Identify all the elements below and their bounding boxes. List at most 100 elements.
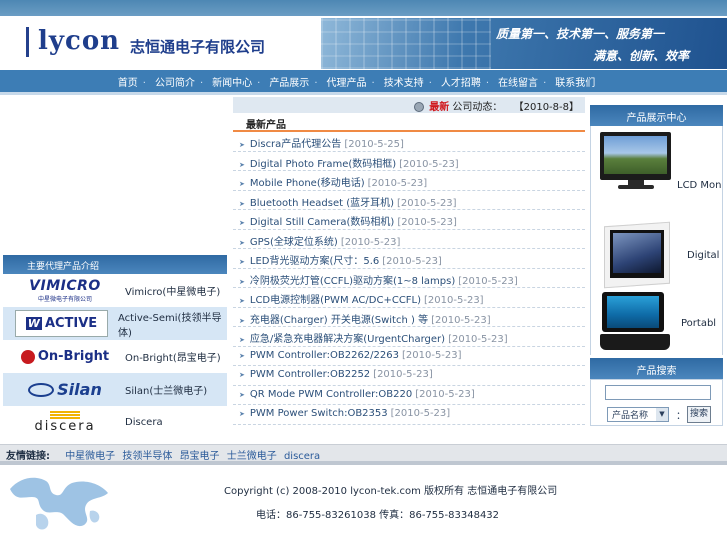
nav-products[interactable]: 产品展示 <box>269 74 326 89</box>
news-item[interactable]: ➤ Discra产品代理公告 [2010-5-25] <box>233 132 585 152</box>
news-title[interactable]: Discra产品代理公告 <box>250 139 341 150</box>
slogan-line-2: 满意、创新、效率 <box>593 49 690 63</box>
top-strip <box>0 0 727 16</box>
bullet-icon: ➤ <box>239 160 245 169</box>
news-title[interactable]: Digital Still Camera(数码相机) <box>250 217 394 228</box>
agent-item-vimicro[interactable]: VIMICRO 中星微电子有限公司 Vimicro(中星微电子) <box>3 274 227 307</box>
product-label[interactable]: LCD Mon <box>677 180 722 191</box>
agent-label[interactable]: On-Bright(昂宝电子) <box>125 349 221 364</box>
ticker-icon <box>414 102 425 112</box>
bullet-icon: ➤ <box>239 277 245 286</box>
news-item[interactable]: ➤ Mobile Phone(移动电话) [2010-5-23] <box>233 171 585 191</box>
news-title[interactable]: 冷阴极荧光灯管(CCFL)驱动方案(1~8 lamps) <box>250 276 455 287</box>
news-list: ➤ Discra产品代理公告 [2010-5-25] ➤ Digital Photo F… <box>233 132 585 425</box>
nav-home[interactable]: 首页 <box>118 74 155 89</box>
news-item[interactable]: ➤ GPS(全球定位系统) [2010-5-23] <box>233 230 585 249</box>
latest-products-title: 最新产品 <box>233 113 585 132</box>
bullet-icon: ➤ <box>239 141 245 149</box>
bullet-icon: ➤ <box>239 199 245 208</box>
nav-agent-products[interactable]: 代理产品 <box>327 74 384 89</box>
copyright-text: Copyright (c) 2008-2010 lycon-tek.com 版权… <box>224 486 558 497</box>
news-item[interactable]: ➤ 应急/紧急充电器解决方案(UrgentCharger) [2010-5-23] <box>233 327 585 347</box>
product-digital-frame-image[interactable] <box>598 220 673 290</box>
news-date: [2010-5-23] <box>390 408 451 419</box>
product-showcase-title: 产品展示中心 <box>590 105 723 126</box>
search-input[interactable] <box>605 385 711 400</box>
agent-label[interactable]: Silan(士兰微电子) <box>125 382 207 397</box>
agent-label[interactable]: Vimicro(中星微电子) <box>125 283 220 298</box>
news-item[interactable]: ➤ LED背光驱动方案(尺寸：5.6 [2010-5-23] <box>233 249 585 269</box>
news-title[interactable]: GPS(全球定位系统) <box>250 237 338 248</box>
agent-item-discera[interactable]: discera Discera <box>3 406 227 439</box>
news-item[interactable]: ➤ 冷阴极荧光灯管(CCFL)驱动方案(1~8 lamps) [2010-5-23] <box>233 269 585 288</box>
search-button[interactable]: 搜索 <box>687 406 711 423</box>
bullet-icon: ➤ <box>239 390 245 399</box>
news-date: [2010-5-23] <box>397 197 457 209</box>
product-search-title: 产品搜索 <box>590 358 723 379</box>
search-separator: ： <box>676 411 686 422</box>
product-label[interactable]: Portabl <box>681 318 716 329</box>
news-title[interactable]: 应急/紧急充电器解决方案(UrgentCharger) <box>250 334 445 345</box>
search-field-select[interactable]: 产品名称 ▼ <box>607 407 669 422</box>
news-date: [2010-5-23] <box>448 334 508 345</box>
news-title[interactable]: 充电器(Charger) 开关电源(Switch ) 等 <box>250 315 428 326</box>
news-title[interactable]: QR Mode PWM Controller:OB220 <box>250 389 412 400</box>
discera-mark-icon <box>50 411 80 419</box>
bullet-icon: ➤ <box>239 410 245 418</box>
agent-label[interactable]: Discera <box>125 417 163 428</box>
active-w-icon: W <box>25 317 42 330</box>
news-item[interactable]: ➤ PWM Controller:OB2262/2263 [2010-5-23] <box>233 347 585 366</box>
product-label[interactable]: Digital <box>687 250 719 261</box>
nav-news[interactable]: 新闻中心 <box>212 74 269 89</box>
vimicro-logo[interactable]: VIMICRO 中星微电子有限公司 <box>15 277 115 304</box>
company-name: 志恒通电子有限公司 <box>130 38 266 56</box>
product-lcd-monitor-image[interactable] <box>598 132 673 190</box>
agent-item-active-semi[interactable]: W ACTIVE Active-Semi(技领半导体) <box>3 307 227 340</box>
news-item[interactable]: ➤ 充电器(Charger) 开关电源(Switch ) 等 [2010-5-23] <box>233 308 585 327</box>
news-date: [2010-5-23] <box>458 275 518 287</box>
nav-guestbook[interactable]: 在线留言 <box>498 74 555 89</box>
logo-bar <box>26 27 29 57</box>
agent-item-on-bright[interactable]: On-Bright On-Bright(昂宝电子) <box>3 340 227 373</box>
news-title[interactable]: Digital Photo Frame(数码相框) <box>250 159 396 170</box>
silan-logo[interactable]: Silan <box>15 376 115 403</box>
news-item[interactable]: ➤ QR Mode PWM Controller:OB220 [2010-5-23] <box>233 386 585 405</box>
ticker-text[interactable]: 公司动态： <box>452 102 502 113</box>
news-item[interactable]: ➤ Bluetooth Headset (蓝牙耳机) [2010-5-23] <box>233 191 585 210</box>
agent-products-title: 主要代理产品介绍 <box>3 255 227 274</box>
bullet-icon: ➤ <box>239 180 245 188</box>
news-panel: 最新 公司动态： 【2010-8-8】 最新产品 ➤ Discra产品代理公告 [2… <box>233 97 585 425</box>
news-item[interactable]: ➤ LCD电源控制器(PWM AC/DC+CCFL) [2010-5-23] <box>233 288 585 308</box>
news-title[interactable]: PWM Power Switch:OB2353 <box>250 408 388 419</box>
nav-about[interactable]: 公司简介 <box>155 74 212 89</box>
chevron-down-icon[interactable]: ▼ <box>656 408 668 421</box>
news-title[interactable]: Bluetooth Headset (蓝牙耳机) <box>250 198 394 209</box>
nav-contact[interactable]: 联系我们 <box>555 74 609 89</box>
ticker-new-label: 最新 <box>429 102 450 113</box>
news-date: [2010-5-23] <box>367 178 428 189</box>
product-showcase: LCD Mon Digital Portabl <box>590 126 723 355</box>
product-portable-dvd-image[interactable] <box>598 290 673 354</box>
bullet-icon: ➤ <box>239 238 245 247</box>
news-title[interactable]: PWM Controller:OB2262/2263 <box>250 350 399 361</box>
active-semi-logo[interactable]: W ACTIVE <box>15 310 108 337</box>
news-date: [2010-5-23] <box>424 295 484 306</box>
news-item[interactable]: ➤ PWM Power Switch:OB2353 [2010-5-23] <box>233 405 585 425</box>
news-title[interactable]: LCD电源控制器(PWM AC/DC+CCFL) <box>250 295 421 306</box>
news-item[interactable]: ➤ PWM Controller:OB2252 [2010-5-23] <box>233 366 585 386</box>
friend-links-bar: 友情链接: 中星微电子 技领半导体 昂宝电子 士兰微电子 discera <box>0 444 727 462</box>
main-nav: 首页 公司简介 新闻中心 产品展示 代理产品 技术支持 人才招聘 在线留言 联系… <box>0 70 727 92</box>
discera-logo[interactable]: discera <box>15 409 115 436</box>
news-title[interactable]: Mobile Phone(移动电话) <box>250 178 365 189</box>
nav-support[interactable]: 技术支持 <box>384 74 441 89</box>
news-title[interactable]: PWM Controller:OB2252 <box>250 369 370 380</box>
news-item[interactable]: ➤ Digital Still Camera(数码相机) [2010-5-23] <box>233 210 585 230</box>
site-logo[interactable]: lycon <box>38 26 120 56</box>
on-bright-logo[interactable]: On-Bright <box>15 343 115 370</box>
bullet-icon: ➤ <box>239 371 245 379</box>
agent-item-silan[interactable]: Silan Silan(士兰微电子) <box>3 373 227 406</box>
news-item[interactable]: ➤ Digital Photo Frame(数码相框) [2010-5-23] <box>233 152 585 171</box>
agent-label[interactable]: Active-Semi(技领半导体) <box>118 309 227 339</box>
nav-jobs[interactable]: 人才招聘 <box>441 74 498 89</box>
news-title[interactable]: LED背光驱动方案(尺寸：5.6 <box>250 256 379 267</box>
